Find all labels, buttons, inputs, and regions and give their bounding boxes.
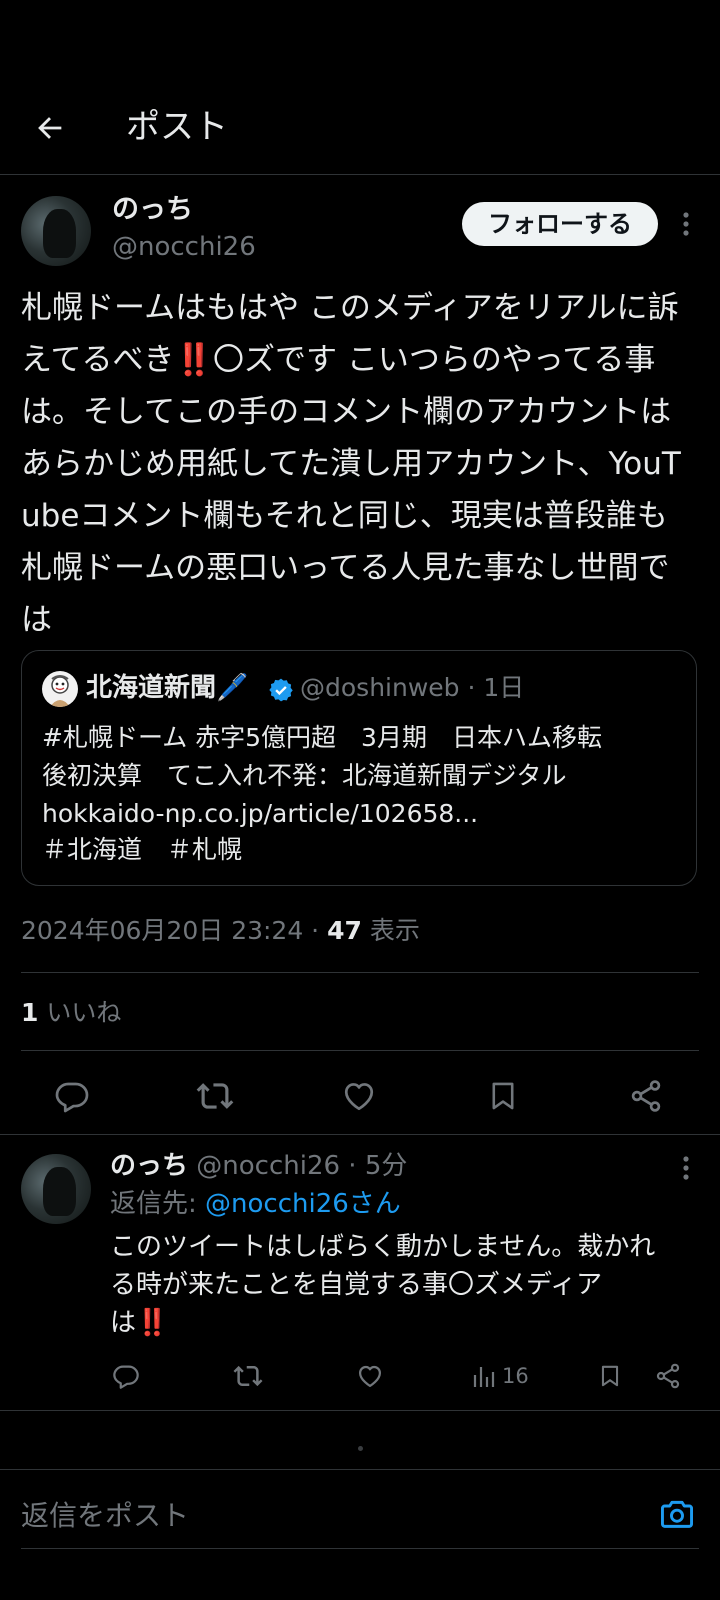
repost-icon [233, 1365, 263, 1387]
like-button[interactable] [333, 1070, 385, 1122]
composer-divider [0, 1469, 720, 1470]
reply-more-button[interactable] [670, 1150, 702, 1186]
comment-icon [55, 1082, 89, 1113]
author-name[interactable]: のっち [112, 192, 193, 228]
reply-to-handle[interactable]: @nocchi26さん [205, 1189, 401, 1219]
reply-divider [0, 1410, 720, 1411]
camera-icon [660, 1500, 693, 1528]
arrow-left-icon [38, 117, 62, 139]
quote-handle-time: @doshinweb · 1日 [300, 673, 525, 702]
reply-to: 返信先: @nocchi26さん [110, 1186, 401, 1222]
reply-handle-time[interactable]: @nocchi26 · 5分 [188, 1151, 407, 1181]
quote-link[interactable]: hokkaido-np.co.jp/article/102658... [42, 795, 478, 833]
author-handle[interactable]: @nocchi26 [112, 230, 256, 264]
reply-bookmark-button[interactable] [592, 1358, 628, 1394]
quote-avatar [42, 671, 78, 707]
camera-button[interactable] [655, 1492, 699, 1536]
reply-to-prefix: 返信先: [110, 1189, 206, 1219]
reply-share-button[interactable] [650, 1358, 686, 1394]
heart-icon [358, 1365, 382, 1388]
follow-button[interactable]: フォローする [462, 202, 658, 246]
post-text: 札幌ドームはもはや このメディアをリアルに訴えてるべき‼️〇ズです こいつらのや… [21, 290, 681, 638]
more-button[interactable] [670, 206, 702, 242]
bookmark-button[interactable] [477, 1070, 529, 1122]
reply-author-name[interactable]: のっち [110, 1151, 188, 1181]
reply-repost-button[interactable] [230, 1358, 266, 1394]
more-vertical-icon [683, 1156, 689, 1180]
bookmark-icon [601, 1365, 619, 1387]
reply-views-button[interactable]: 16 [472, 1358, 529, 1394]
reply-like-button[interactable] [352, 1358, 388, 1394]
bookmark-icon [492, 1082, 514, 1110]
reply-text-line-2: る時が来たことを自覚する事〇ズメディア [110, 1270, 603, 1300]
repost-button[interactable] [189, 1070, 241, 1122]
quote-hashtags[interactable]: ＃北海道 ＃札幌 [42, 831, 242, 869]
views-label: 表示 [361, 916, 420, 945]
likes-label: いいね [38, 998, 122, 1027]
reply-header: のっち @nocchi26 · 5分 [110, 1148, 407, 1184]
back-button[interactable] [24, 102, 76, 154]
post-timestamp: 2024年06月20日 23:24 · [21, 916, 328, 945]
quote-line-1: #札幌ドーム 赤字5億円超 3月期 日本ハム移転 [42, 723, 602, 752]
analytics-icon [473, 1367, 495, 1387]
quote-author-name: 北海道新聞🖊️ [86, 673, 249, 703]
likes-summary[interactable]: 1 いいね [21, 996, 121, 1030]
comment-icon [113, 1365, 139, 1389]
views-count: 47 [327, 916, 362, 945]
share-icon [631, 1080, 661, 1112]
share-icon [656, 1363, 680, 1389]
likes-count: 1 [21, 998, 39, 1027]
reply-avatar[interactable] [21, 1154, 91, 1224]
post-meta: 2024年06月20日 23:24 · 47 表示 [21, 914, 420, 948]
reply-views-count: 16 [502, 1364, 529, 1388]
meta-divider [21, 972, 699, 973]
reply-reply-button[interactable] [108, 1358, 144, 1394]
repost-icon [196, 1083, 234, 1109]
quote-line-2: 後初決算 てこ入れ不発：北海道新聞デジタル [42, 761, 567, 790]
page-title: ポスト [126, 107, 228, 147]
reply-composer[interactable]: 返信をポスト [21, 1486, 699, 1549]
reply-button[interactable] [46, 1070, 98, 1122]
heart-icon [344, 1083, 374, 1111]
actions-divider [0, 1134, 720, 1135]
reply-text-line-1: このツイートはしばらく動かしません。裁かれ [110, 1232, 656, 1262]
likes-divider [21, 1050, 699, 1051]
header-divider [0, 174, 720, 175]
share-button[interactable] [620, 1070, 672, 1122]
loading-dot [358, 1446, 363, 1451]
mascot-icon [50, 675, 70, 707]
quote-card[interactable]: 北海道新聞🖊️ @doshinweb · 1日 #札幌ドーム 赤字5億円超 3月… [21, 650, 697, 886]
avatar[interactable] [21, 196, 91, 266]
reply-text-line-3: は‼️ [110, 1308, 169, 1338]
verified-badge-icon [269, 678, 293, 702]
reply-input[interactable]: 返信をポスト [21, 1494, 189, 1538]
more-vertical-icon [683, 212, 689, 236]
